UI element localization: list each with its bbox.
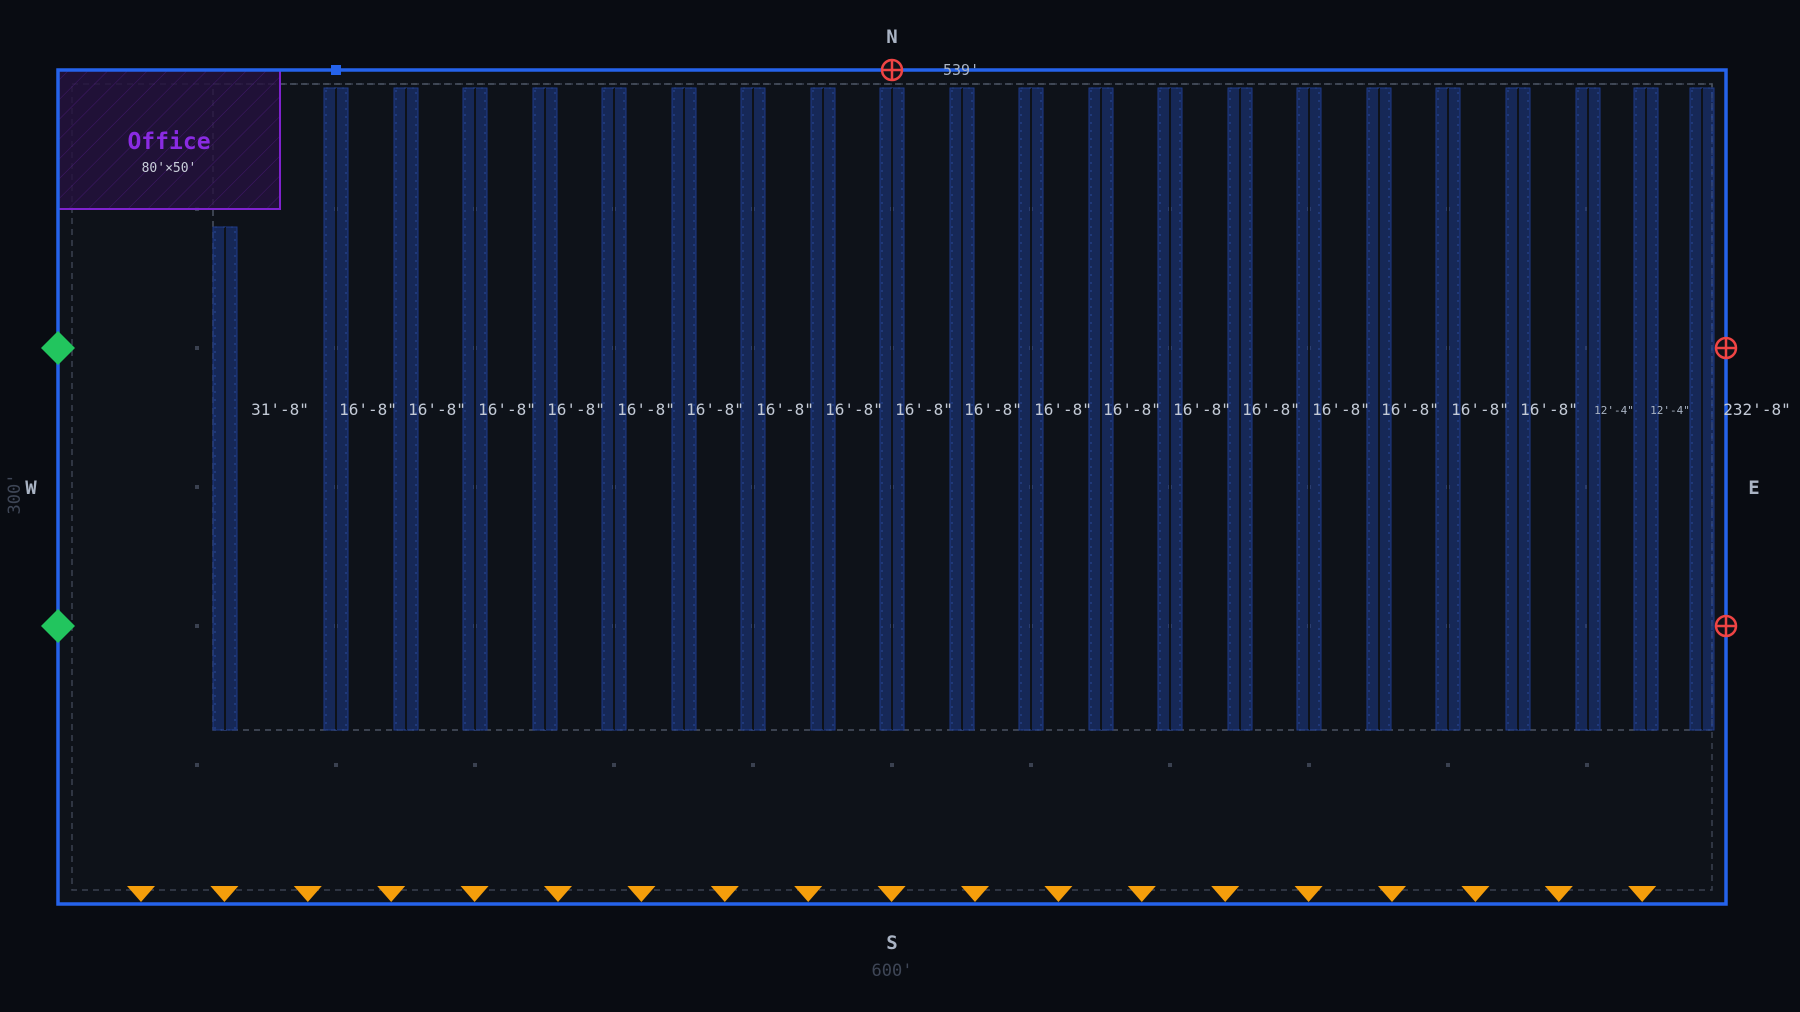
bay-dimension-label: 16'-8" <box>617 400 675 419</box>
column-dot <box>195 346 199 350</box>
compass-west: W <box>25 477 37 499</box>
compass-north: N <box>886 26 897 48</box>
office-block[interactable]: Office 80'×50' <box>57 69 281 210</box>
bay-dimension-label: 16'-8" <box>339 400 397 419</box>
column-dot <box>1168 763 1172 767</box>
width-dimension: 600' <box>872 961 913 981</box>
warehouse-floor-plan: Office 80'×50' 31'-8" 16'-8" 16'-8" 16'-8" 1… <box>0 0 1800 1012</box>
bay-dimension-label: 31'-8" <box>251 400 309 419</box>
bay-dimension-label: 16'-8" <box>1451 400 1509 419</box>
column-dot <box>195 485 199 489</box>
bay-dimension-label: 12'-4" <box>1650 404 1690 417</box>
bay-dimension-label: 16'-8" <box>408 400 466 419</box>
bay-dimension-label: 16'-8" <box>547 400 605 419</box>
depth-dimension: 300' <box>5 474 25 515</box>
bay-dimension-label: 16'-8" <box>964 400 1022 419</box>
bay-dimension-label: 16'-8" <box>1103 400 1161 419</box>
bay-dimension-label: 16'-8" <box>895 400 953 419</box>
circle-cross-icon <box>1714 614 1738 638</box>
circle-cross-icon <box>880 58 904 82</box>
bay-dimension-label: 16'-8" <box>825 400 883 419</box>
exit-marker-north[interactable] <box>880 58 904 82</box>
rack-row[interactable] <box>212 226 238 731</box>
exit-marker-east-upper[interactable] <box>1714 336 1738 360</box>
column-dot <box>1585 763 1589 767</box>
column-dot <box>195 763 199 767</box>
column-dot <box>473 763 477 767</box>
bay-dimension-label: 12'-4" <box>1594 404 1634 417</box>
bay-dimension-label: 16'-8" <box>1381 400 1439 419</box>
column-dot <box>195 624 199 628</box>
rack-row[interactable] <box>1689 87 1715 731</box>
column-dot <box>1029 763 1033 767</box>
column-dot <box>1446 763 1450 767</box>
circle-cross-icon <box>1714 336 1738 360</box>
column-dot <box>890 763 894 767</box>
bay-dimension-label: 16'-8" <box>1242 400 1300 419</box>
column-dot <box>334 763 338 767</box>
bay-dimension-label: 16'-8" <box>478 400 536 419</box>
column-dot <box>612 763 616 767</box>
north-wall-marker[interactable] <box>331 65 341 75</box>
north-marker-label: 539' <box>943 61 979 79</box>
bay-dimension-label: 16'-8" <box>1312 400 1370 419</box>
bay-dimension-label: 16'-8" <box>1173 400 1231 419</box>
bay-dimension-label: 16'-8" <box>1034 400 1092 419</box>
compass-east: E <box>1748 477 1759 499</box>
bay-dimension-labels: 31'-8" 16'-8" 16'-8" 16'-8" 16'-8" 16'-8" 16'-… <box>251 400 1791 419</box>
column-dot <box>1307 763 1311 767</box>
exit-marker-east-lower[interactable] <box>1714 614 1738 638</box>
office-size: 80'×50' <box>142 161 197 176</box>
office-name: Office <box>127 129 210 155</box>
column-dot <box>751 763 755 767</box>
bay-dimension-label: 16'-8" <box>686 400 744 419</box>
compass-south: S <box>886 932 897 954</box>
bay-dimension-label: 232'-8" <box>1723 400 1790 419</box>
bay-dimension-label: 16'-8" <box>1520 400 1578 419</box>
bay-dimension-label: 16'-8" <box>756 400 814 419</box>
